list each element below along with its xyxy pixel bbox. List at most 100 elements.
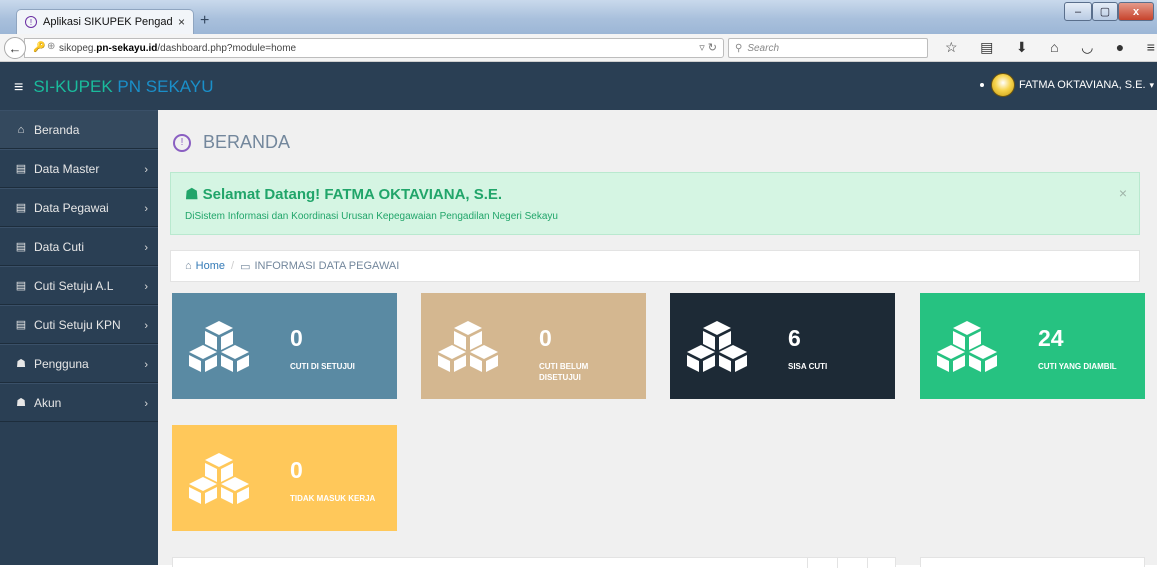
home-icon[interactable]: ⌂ bbox=[1050, 39, 1058, 56]
user-name: FATMA OKTAVIANA, S.E. bbox=[1019, 79, 1146, 91]
tile-label: CUTI DI SETUJUI bbox=[290, 362, 355, 371]
breadcrumb-home-link[interactable]: Home bbox=[196, 260, 225, 272]
window-maximize-button[interactable]: ▢ bbox=[1092, 2, 1118, 21]
sidebar-item-data-pegawai[interactable]: ▤ Data Pegawai › bbox=[0, 188, 158, 227]
browser-navbar: 🔑 ⊕ sikopeg. pn-sekayu.id/dashboard.php?m… bbox=[0, 34, 1157, 62]
user-icon: ☗ bbox=[185, 186, 203, 203]
user-icon: ☗ bbox=[16, 358, 26, 370]
sidebar-item-data-cuti[interactable]: ▤ Data Cuti › bbox=[0, 227, 158, 266]
alert-title-text: Selamat Datang! FATMA OKTAVIANA, S.E. bbox=[202, 186, 503, 203]
tile-value: 0 bbox=[290, 457, 303, 483]
bottom-panel-left bbox=[172, 557, 896, 568]
sidebar-item-akun[interactable]: ☗ Akun › bbox=[0, 383, 158, 422]
sidebar-item-label: Data Pegawai bbox=[34, 200, 109, 215]
brand: ≡ SI-KUPEK PN SEKAYU bbox=[14, 77, 213, 97]
url-domain: pn-sekayu.id bbox=[96, 42, 158, 54]
sidebar-item-label: Cuti Setuju A.L bbox=[34, 278, 114, 293]
sidebar: ⌂ Beranda ▤ Data Master › ▤ Data Pegawai… bbox=[0, 110, 158, 565]
sidebar-item-label: Pengguna bbox=[34, 356, 89, 371]
tile-cuti-belum-disetujui[interactable]: 0 CUTI BELUM DISETUJUI bbox=[421, 293, 646, 399]
url-path: /dashboard.php?module=home bbox=[157, 42, 297, 54]
tab-title: Aplikasi SIKUPEK Pengadila... bbox=[43, 16, 172, 28]
reload-icon[interactable]: ▿ ↻ bbox=[699, 41, 717, 54]
app-header: ≡ SI-KUPEK PN SEKAYU FATMA OKTAVIANA, S.E… bbox=[0, 62, 1157, 110]
chevron-right-icon: › bbox=[144, 203, 148, 215]
table-icon: ▤ bbox=[15, 163, 27, 175]
chat-icon[interactable]: ● bbox=[1116, 39, 1124, 56]
key-icon: 🔑 bbox=[33, 42, 46, 53]
pocket-icon[interactable]: ◡ bbox=[1081, 39, 1093, 56]
info-icon: ! bbox=[173, 133, 191, 152]
laptop-icon: ▭ bbox=[240, 260, 251, 273]
download-icon[interactable]: ⬇ bbox=[1016, 39, 1028, 56]
chevron-right-icon: › bbox=[144, 281, 148, 293]
brand-name: SI-KUPEK bbox=[33, 77, 113, 96]
url-host-prefix: sikopeg. bbox=[59, 42, 97, 54]
address-bar[interactable]: 🔑 ⊕ sikopeg. pn-sekayu.id/dashboard.php?m… bbox=[24, 38, 724, 58]
tile-label: SISA CUTI bbox=[788, 362, 828, 371]
tile-value: 0 bbox=[290, 325, 303, 351]
tile-label: TIDAK MASUK KERJA bbox=[290, 494, 376, 503]
sidebar-item-cuti-setuju-al[interactable]: ▤ Cuti Setuju A.L › bbox=[0, 266, 158, 305]
chevron-right-icon: › bbox=[144, 242, 148, 254]
chevron-right-icon: › bbox=[144, 164, 148, 176]
search-placeholder: Search bbox=[747, 42, 780, 54]
cubes-icon bbox=[937, 321, 997, 372]
tile-sisa-cuti[interactable]: 6 SISA CUTI bbox=[670, 293, 895, 399]
bottom-panel-right bbox=[920, 557, 1145, 567]
welcome-alert: ☗ Selamat Datang! FATMA OKTAVIANA, S.E. … bbox=[170, 172, 1140, 235]
new-tab-button[interactable]: + bbox=[200, 12, 209, 30]
sidebar-item-beranda[interactable]: ⌂ Beranda bbox=[0, 110, 158, 149]
site-info-icon[interactable]: ⊕ bbox=[47, 41, 55, 52]
tile-cuti-yang-diambil[interactable]: 24 CUTI YANG DIAMBIL bbox=[920, 293, 1145, 399]
avatar bbox=[991, 73, 1015, 97]
status-dot-icon bbox=[980, 83, 984, 87]
tab-close-icon[interactable]: × bbox=[178, 15, 185, 29]
chevron-right-icon: › bbox=[144, 398, 148, 410]
breadcrumb-separator: / bbox=[231, 260, 235, 272]
browser-toolbar-icons: ☆ ▤ ⬇ ⌂ ◡ ● ≡ bbox=[945, 39, 1155, 56]
site-favicon-icon: ! bbox=[25, 16, 37, 28]
main-content: ! BERANDA ☗ Selamat Datang! FATMA OKTAVI… bbox=[158, 110, 1157, 568]
alert-close-button[interactable]: × bbox=[1119, 185, 1127, 201]
cubes-icon bbox=[687, 321, 747, 372]
table-icon: ▤ bbox=[15, 319, 27, 331]
menu-icon[interactable]: ≡ bbox=[1147, 39, 1155, 56]
tile-value: 24 bbox=[1038, 325, 1064, 351]
page-title: ! BERANDA bbox=[173, 132, 290, 153]
sidebar-item-data-master[interactable]: ▤ Data Master › bbox=[0, 149, 158, 188]
tile-value: 6 bbox=[788, 325, 801, 351]
sidebar-item-label: Data Master bbox=[34, 161, 100, 176]
hamburger-menu-icon[interactable]: ≡ bbox=[14, 79, 23, 96]
cubes-icon bbox=[189, 321, 249, 372]
breadcrumb: ⌂ Home / ▭ INFORMASI DATA PEGAWAI bbox=[170, 250, 1140, 282]
breadcrumb-current: INFORMASI DATA PEGAWAI bbox=[254, 260, 400, 272]
chevron-right-icon: › bbox=[144, 320, 148, 332]
search-icon: ⚲ bbox=[735, 42, 743, 54]
bookmark-star-icon[interactable]: ☆ bbox=[945, 39, 958, 56]
brand-suffix: PN SEKAYU bbox=[112, 77, 214, 96]
alert-title: ☗ Selamat Datang! FATMA OKTAVIANA, S.E. bbox=[185, 185, 502, 203]
chevron-down-icon: ▾ bbox=[1149, 79, 1155, 90]
window-close-button[interactable]: x bbox=[1118, 2, 1154, 21]
browser-tab[interactable]: ! Aplikasi SIKUPEK Pengadila... × bbox=[16, 9, 194, 34]
home-icon: ⌂ bbox=[17, 123, 25, 136]
tile-tidak-masuk-kerja[interactable]: 0 TIDAK MASUK KERJA bbox=[172, 425, 397, 531]
cubes-icon bbox=[438, 321, 498, 372]
bookmarks-list-icon[interactable]: ▤ bbox=[980, 39, 993, 56]
user-menu[interactable]: FATMA OKTAVIANA, S.E. ▾ bbox=[980, 73, 1154, 97]
sidebar-item-pengguna[interactable]: ☗ Pengguna › bbox=[0, 344, 158, 383]
tile-cuti-disetujui[interactable]: 0 CUTI DI SETUJUI bbox=[172, 293, 397, 399]
cubes-icon bbox=[189, 453, 249, 504]
sidebar-item-label: Data Cuti bbox=[34, 239, 85, 254]
panel-divider bbox=[807, 558, 808, 568]
sidebar-item-label: Cuti Setuju KPN bbox=[34, 317, 121, 332]
search-input[interactable]: ⚲ Search bbox=[728, 38, 928, 58]
panel-divider bbox=[867, 558, 868, 568]
browser-titlebar: ! Aplikasi SIKUPEK Pengadila... × + – ▢ … bbox=[0, 0, 1157, 34]
sidebar-item-cuti-setuju-kpn[interactable]: ▤ Cuti Setuju KPN › bbox=[0, 305, 158, 344]
user-icon: ☗ bbox=[16, 397, 26, 409]
home-icon: ⌂ bbox=[185, 260, 192, 272]
window-minimize-button[interactable]: – bbox=[1064, 2, 1092, 21]
back-button[interactable]: ← bbox=[4, 37, 26, 59]
